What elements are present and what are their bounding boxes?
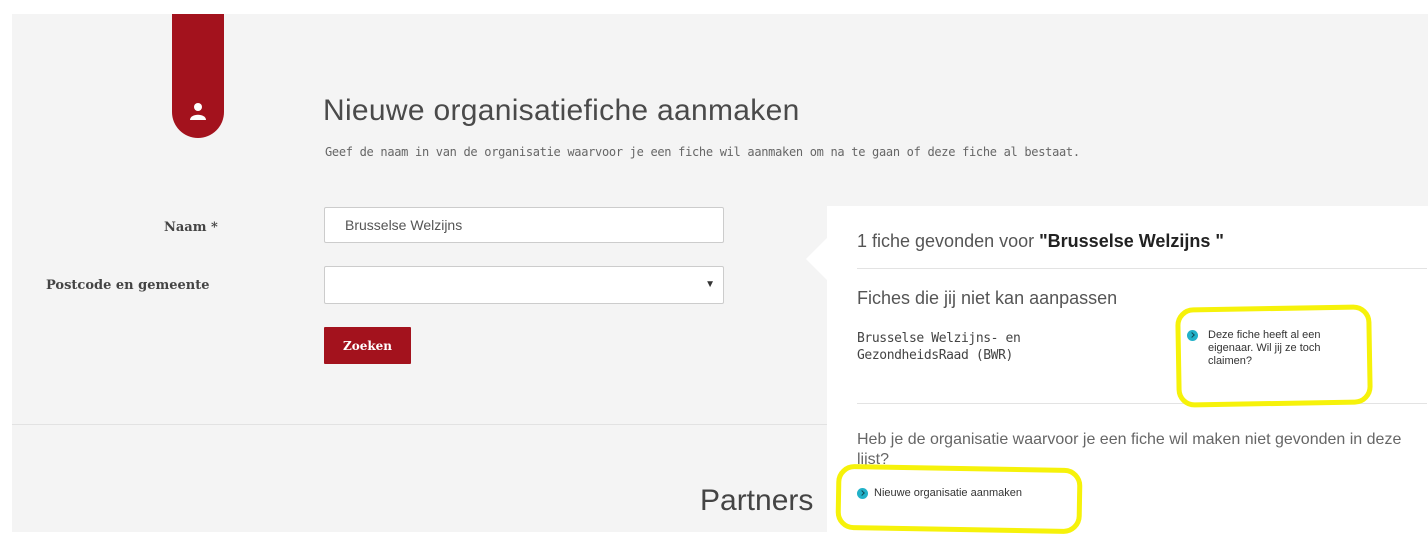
partners-heading: Partners bbox=[700, 484, 814, 517]
divider bbox=[857, 268, 1427, 269]
postcode-label: Postcode en gemeente bbox=[46, 278, 210, 293]
profile-bookmark bbox=[172, 14, 224, 138]
search-button[interactable]: Zoeken bbox=[324, 327, 411, 364]
organisation-name: Brusselse Welzijns- en GezondheidsRaad (… bbox=[857, 331, 1021, 363]
highlight-annotation bbox=[1175, 304, 1373, 408]
user-icon bbox=[189, 102, 207, 120]
results-query: "Brusselse Welzijns " bbox=[1039, 231, 1224, 251]
caret-down-icon: ▼ bbox=[705, 279, 715, 290]
naam-input[interactable] bbox=[324, 207, 724, 243]
divider bbox=[12, 424, 827, 425]
section-title: Fiches die jij niet kan aanpassen bbox=[857, 288, 1118, 308]
results-count-prefix: 1 fiche gevonden voor bbox=[857, 231, 1040, 251]
results-panel-pointer bbox=[806, 238, 827, 280]
page-title: Nieuwe organisatiefiche aanmaken bbox=[323, 94, 800, 127]
naam-label: Naam * bbox=[164, 220, 218, 235]
results-count: 1 fiche gevonden voor "Brusselse Welzijn… bbox=[857, 231, 1224, 252]
highlight-annotation bbox=[835, 463, 1083, 534]
page-subtitle: Geef de naam in van de organisatie waarv… bbox=[325, 145, 1080, 159]
postcode-select[interactable]: ▼ bbox=[324, 266, 724, 304]
not-found-question: Heb je de organisatie waarvoor je een fi… bbox=[857, 431, 1402, 468]
